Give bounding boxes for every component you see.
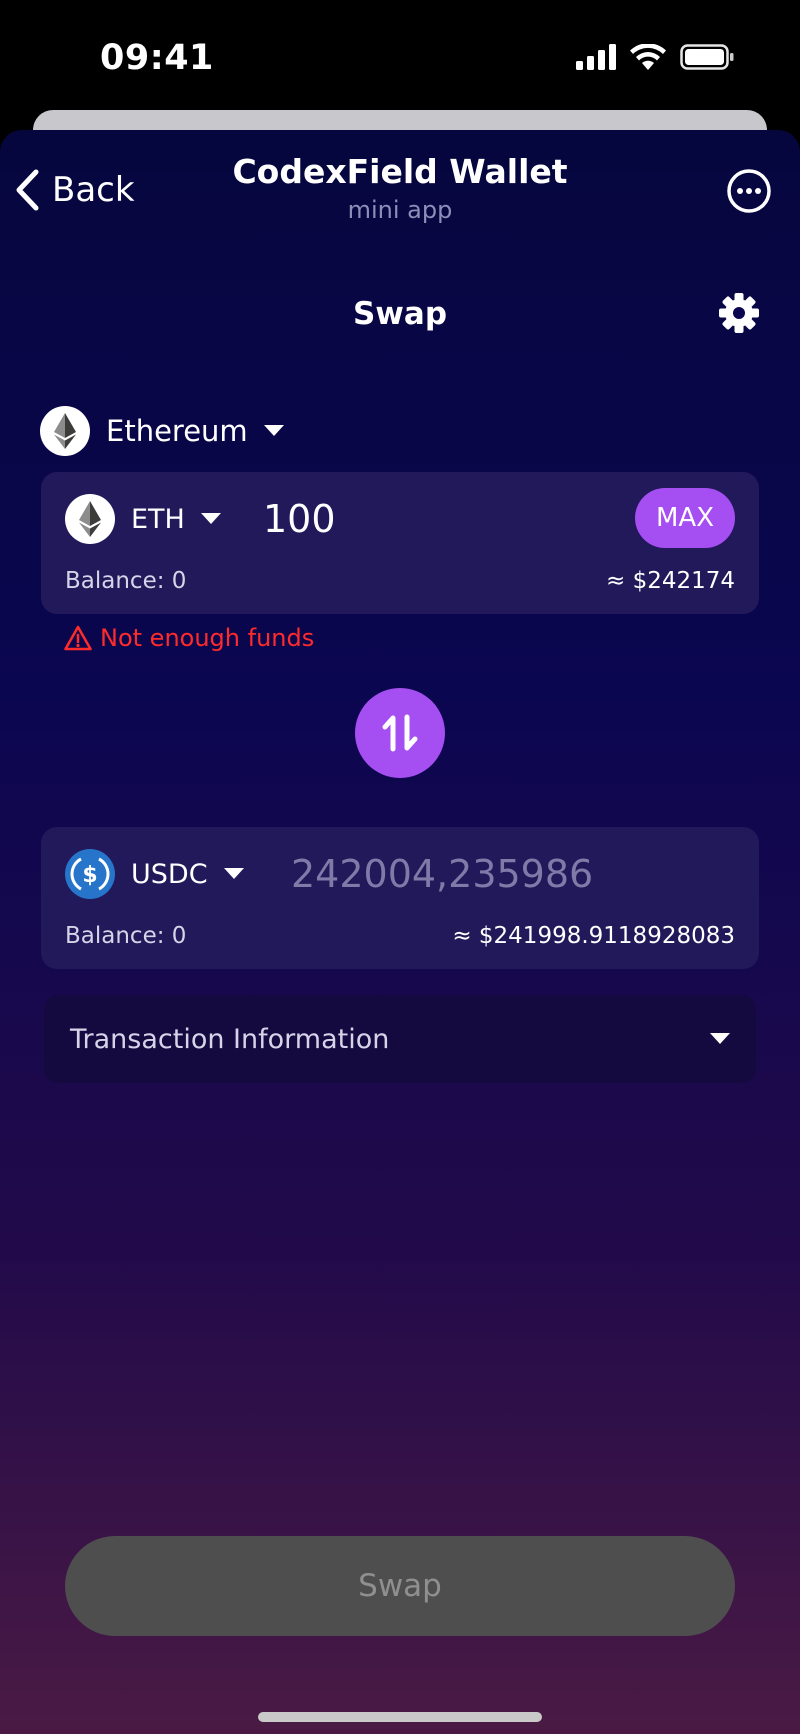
cellular-signal-icon [576,44,616,70]
to-balance: Balance: 0 [65,923,187,949]
to-token-card: $ USDC Balance: 0 ≈ $241998.9118928083 [41,827,759,969]
to-token-symbol: USDC [131,858,208,890]
caret-down-icon [263,425,284,436]
status-bar: 09:41 [0,0,800,110]
warning-icon [64,625,92,651]
transaction-info-label: Transaction Information [70,1023,390,1055]
transaction-info-toggle[interactable]: Transaction Information [44,995,756,1083]
network-label: Ethereum [106,414,248,448]
from-fiat-value: ≈ $242174 [605,568,735,594]
battery-icon [680,44,734,70]
app-subtitle: mini app [347,196,453,224]
page-title: Swap [352,296,448,332]
from-token-card: ETH MAX Balance: 0 ≈ $242174 [41,472,759,614]
more-horizontal-icon [727,169,771,213]
switch-tokens-button[interactable] [355,688,445,778]
from-token-symbol: ETH [131,503,185,535]
to-fiat-value: ≈ $241998.9118928083 [452,923,735,949]
eth-token-icon [65,494,115,544]
swap-button[interactable]: Swap [65,1536,735,1636]
from-amount-input[interactable] [263,494,643,544]
app-title: CodexField Wallet [232,152,568,191]
error-message: Not enough funds [64,624,314,652]
usdc-token-icon: $ [65,849,115,899]
from-balance: Balance: 0 [65,568,187,594]
more-options-button[interactable] [726,168,772,214]
from-token-selector[interactable]: ETH [65,494,221,544]
home-indicator [258,1712,542,1722]
to-token-selector[interactable]: $ USDC [65,849,244,899]
svg-text:$: $ [82,863,97,888]
gear-icon [719,293,759,333]
status-icons [576,44,734,70]
error-text: Not enough funds [100,624,315,652]
caret-down-icon [710,1033,730,1044]
wifi-icon [630,44,666,70]
caret-down-icon [200,513,221,524]
max-button[interactable]: MAX [635,488,735,548]
swap-arrows-icon [382,714,418,752]
mini-app-sheet: Back CodexField Wallet mini app Swap Eth… [0,130,800,1734]
network-selector[interactable]: Ethereum [40,406,284,456]
to-amount-input[interactable] [291,849,731,899]
caret-down-icon [223,868,244,879]
status-time: 09:41 [100,38,214,78]
ethereum-icon [40,406,90,456]
settings-button[interactable] [718,292,760,334]
